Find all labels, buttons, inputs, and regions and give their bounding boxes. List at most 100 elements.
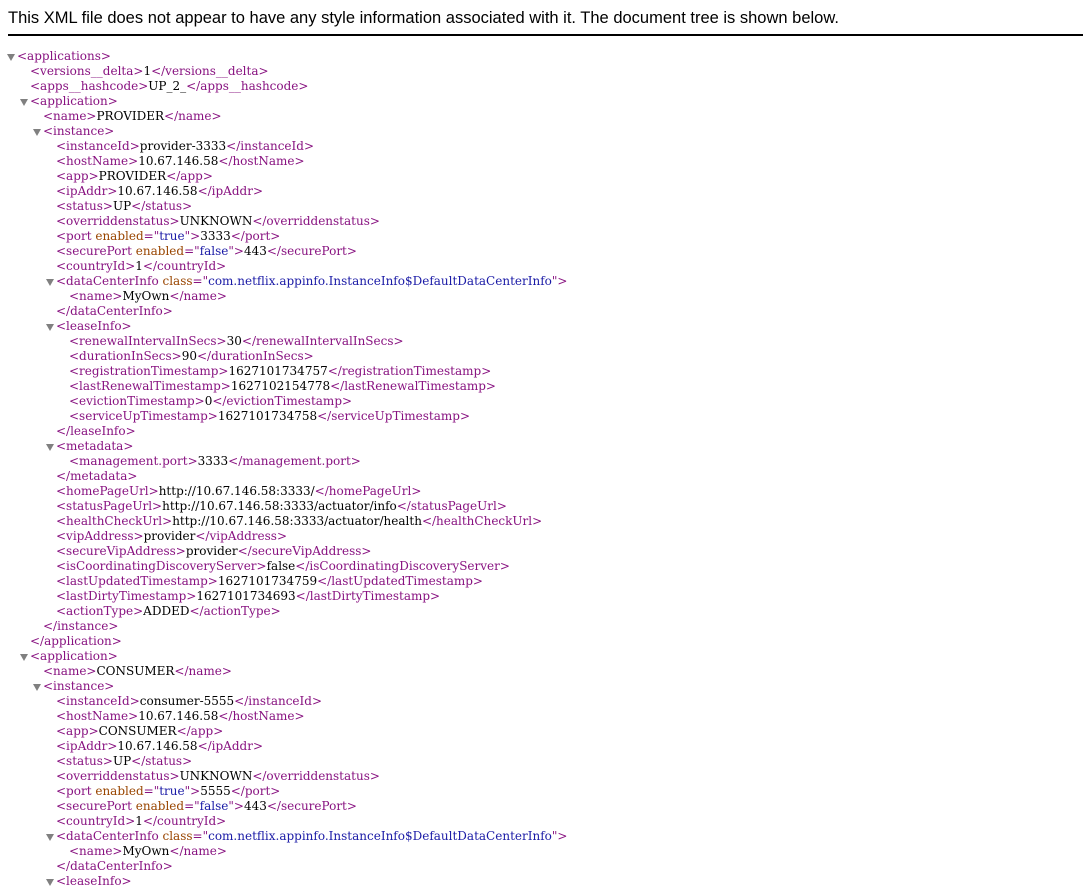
xml-line-data-center-info-close: </dataCenterInfo>: [0, 304, 1083, 319]
tag-markup: </overriddenstatus>: [252, 214, 380, 228]
xml-line-last-updated-timestamp: <lastUpdatedTimestamp>1627101734759</las…: [0, 574, 1083, 589]
tag-markup: </dataCenterInfo>: [56, 859, 173, 873]
tag-markup: <registrationTimestamp>: [69, 364, 229, 378]
text-value: 1: [135, 814, 143, 828]
xml-line-country-id: <countryId>1</countryId>: [0, 259, 1083, 274]
attribute-name: class: [158, 274, 193, 288]
tag-markup: ">: [228, 244, 244, 258]
tag-markup: <name>: [43, 664, 97, 678]
xml-line-app: <app>PROVIDER</app>: [0, 169, 1083, 184]
collapse-toggle-icon[interactable]: [45, 319, 55, 334]
xml-line-action-type: <actionType>ADDED</actionType>: [0, 604, 1083, 619]
tag-markup: <vipAddress>: [56, 529, 144, 543]
text-value: 90: [181, 349, 197, 363]
text-value: MyOwn: [122, 289, 170, 303]
xml-line-country-id: <countryId>1</countryId>: [0, 814, 1083, 829]
xml-line-lease-info-open: <leaseInfo>: [0, 319, 1083, 334]
xml-line-status: <status>UP</status>: [0, 754, 1083, 769]
text-value: UP: [112, 199, 132, 213]
tag-markup: <application>: [30, 94, 118, 108]
tag-markup: </app>: [166, 169, 213, 183]
text-value: CONSUMER: [98, 724, 177, 738]
tag-markup: =": [143, 784, 160, 798]
tag-markup: <securePort: [56, 799, 132, 813]
tag-markup: ">: [184, 229, 201, 243]
tag-markup: </healthCheckUrl>: [421, 514, 543, 528]
tag-markup: </name>: [169, 844, 227, 858]
xml-line-data-center-info-open: <dataCenterInfo class="com.netflix.appin…: [0, 829, 1083, 844]
xml-line-name: <name>PROVIDER</name>: [0, 109, 1083, 124]
tag-markup: <hostName>: [56, 154, 139, 168]
xml-line-versions-delta: <versions__delta>1</versions__delta>: [0, 64, 1083, 79]
collapse-toggle-icon[interactable]: [32, 124, 42, 139]
xml-line-data-center-name: <name>MyOwn</name>: [0, 289, 1083, 304]
xml-line-registration-timestamp: <registrationTimestamp>1627101734757</re…: [0, 364, 1083, 379]
xml-line-secure-vip-address: <secureVipAddress>provider</secureVipAdd…: [0, 544, 1083, 559]
collapse-toggle-icon[interactable]: [45, 439, 55, 454]
collapse-toggle-icon[interactable]: [45, 829, 55, 844]
text-value: CONSUMER: [96, 664, 175, 678]
tag-markup: </securePort>: [266, 244, 357, 258]
xml-line-lease-info-close: </leaseInfo>: [0, 424, 1083, 439]
xml-line-data-center-info-close: </dataCenterInfo>: [0, 859, 1083, 874]
xml-viewer-header: This XML file does not appear to have an…: [8, 0, 1083, 36]
xml-line-apps-hashcode: <apps__hashcode>UP_2_</apps__hashcode>: [0, 79, 1083, 94]
tag-markup: <overriddenstatus>: [56, 214, 180, 228]
tag-markup: </dataCenterInfo>: [56, 304, 173, 318]
tag-markup: <port: [56, 784, 92, 798]
text-value: 443: [243, 799, 267, 813]
tag-markup: <status>: [56, 199, 113, 213]
tag-markup: ">: [184, 784, 201, 798]
collapse-toggle-icon[interactable]: [32, 679, 42, 694]
tag-markup: </countryId>: [142, 259, 227, 273]
attribute-value: false: [199, 244, 229, 258]
text-value: 30: [226, 334, 242, 348]
tag-markup: </ipAddr>: [197, 739, 263, 753]
xml-line-secure-port: <securePort enabled="false">443</secureP…: [0, 799, 1083, 814]
text-value: 1: [135, 259, 143, 273]
tag-markup: <statusPageUrl>: [56, 499, 163, 513]
tag-markup: <app>: [56, 169, 99, 183]
collapse-toggle-icon[interactable]: [6, 49, 16, 64]
text-value: UP_2_: [148, 79, 187, 93]
xml-line-applications-open: <applications>: [0, 49, 1083, 64]
text-value: 5555: [200, 784, 231, 798]
tag-markup: </status>: [131, 199, 193, 213]
xml-line-instance-id: <instanceId>consumer-5555</instanceId>: [0, 694, 1083, 709]
collapse-toggle-icon[interactable]: [19, 649, 29, 664]
xml-line-metadata-open: <metadata>: [0, 439, 1083, 454]
text-value: MyOwn: [122, 844, 170, 858]
collapse-toggle-icon[interactable]: [45, 874, 55, 889]
tag-markup: </secureVipAddress>: [237, 544, 372, 558]
collapse-toggle-icon[interactable]: [19, 94, 29, 109]
tag-markup: ">: [551, 274, 568, 288]
tag-markup: </hostName>: [218, 154, 305, 168]
tag-markup: </lastUpdatedTimestamp>: [317, 574, 483, 588]
attribute-name: enabled: [91, 229, 144, 243]
text-value: 1627101734757: [228, 364, 328, 378]
collapse-toggle-icon[interactable]: [45, 274, 55, 289]
tag-markup: =": [192, 274, 209, 288]
xml-line-is-coordinating-discovery-server: <isCoordinatingDiscoveryServer>false</is…: [0, 559, 1083, 574]
tag-markup: </apps__hashcode>: [186, 79, 309, 93]
tag-markup: ">: [551, 829, 568, 843]
tag-markup: <secureVipAddress>: [56, 544, 186, 558]
tag-markup: </serviceUpTimestamp>: [317, 409, 471, 423]
tag-markup: <evictionTimestamp>: [69, 394, 205, 408]
tag-markup: <durationInSecs>: [69, 349, 182, 363]
attribute-value: true: [159, 229, 185, 243]
attribute-name: enabled: [131, 244, 185, 258]
tag-markup: </name>: [164, 109, 222, 123]
xml-line-renewal-interval: <renewalIntervalInSecs>30</renewalInterv…: [0, 334, 1083, 349]
text-value: provider: [143, 529, 196, 543]
xml-line-metadata-close: </metadata>: [0, 469, 1083, 484]
xml-line-name: <name>CONSUMER</name>: [0, 664, 1083, 679]
xml-line-instance-id: <instanceId>provider-3333</instanceId>: [0, 139, 1083, 154]
tag-markup: <app>: [56, 724, 99, 738]
text-value: http://10.67.146.58:3333/actuator/info: [162, 499, 397, 513]
tag-markup: </registrationTimestamp>: [327, 364, 492, 378]
text-value: 1627101734758: [217, 409, 318, 423]
tag-markup: <securePort: [56, 244, 132, 258]
tag-markup: </actionType>: [189, 604, 281, 618]
xml-line-overridden-status: <overriddenstatus>UNKNOWN</overriddensta…: [0, 769, 1083, 784]
